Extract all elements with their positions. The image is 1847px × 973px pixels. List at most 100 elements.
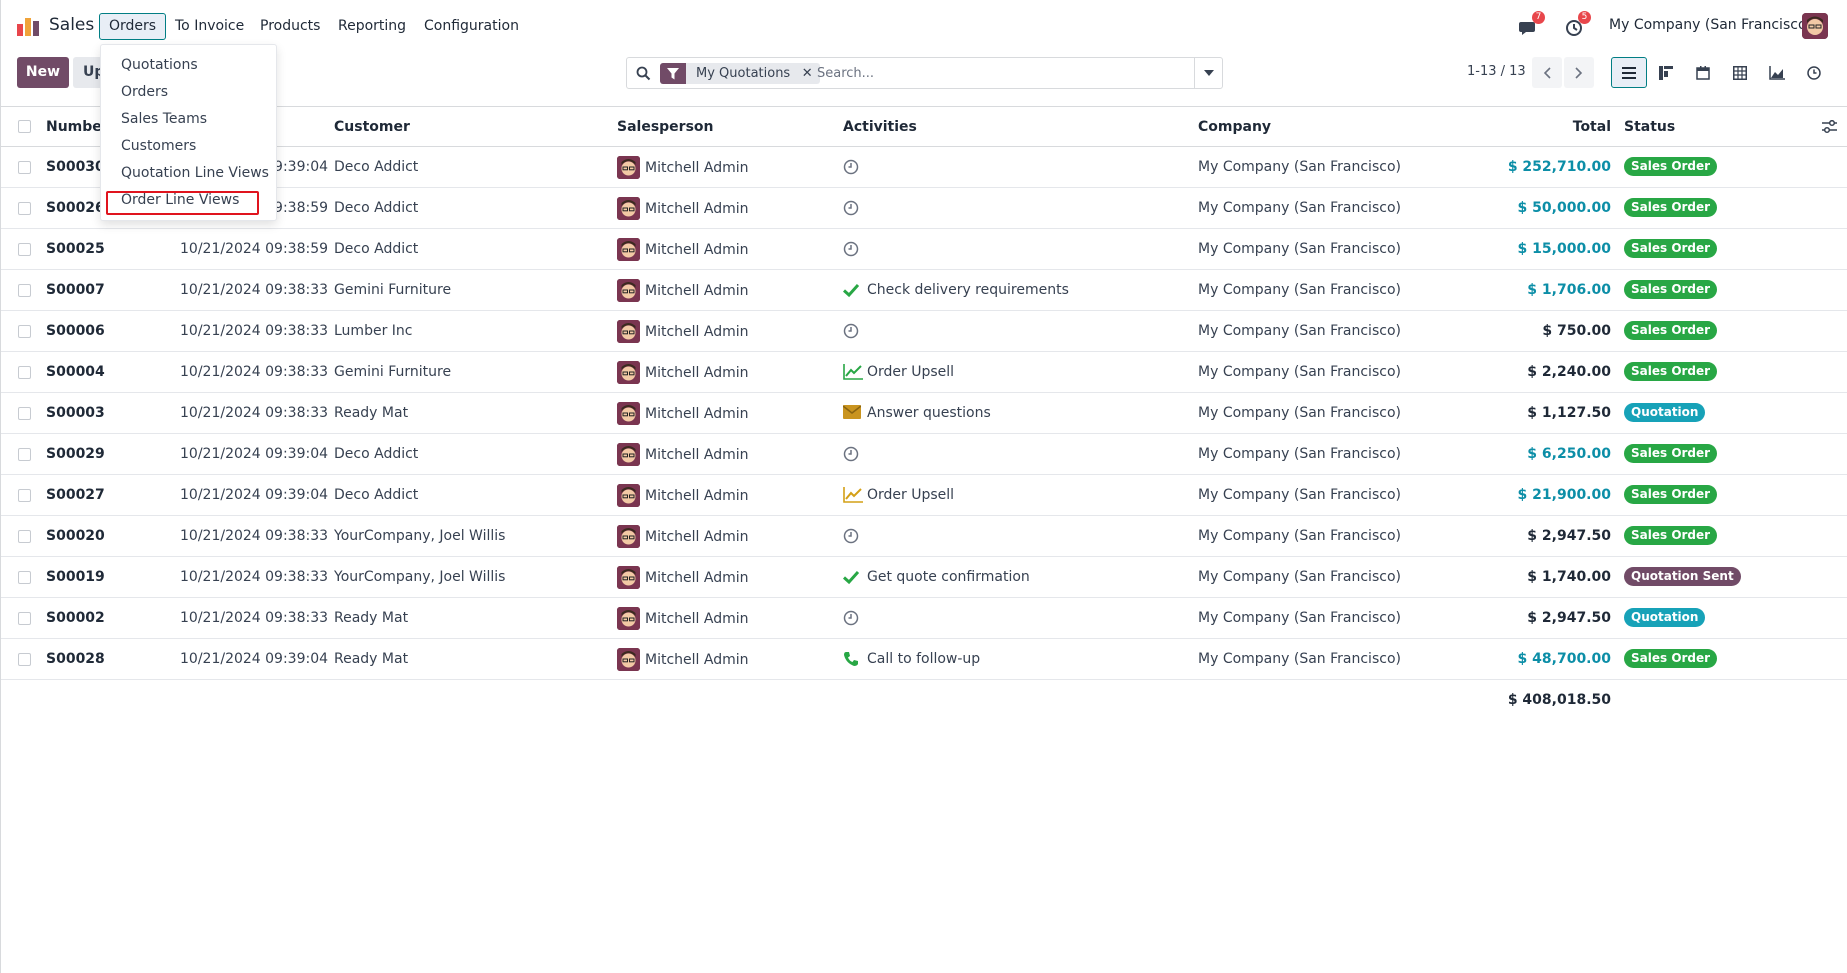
row-checkbox[interactable] [18,530,31,543]
list-icon [1622,66,1636,79]
salesperson-name: Mitchell Admin [645,406,749,422]
row-checkbox[interactable] [18,653,31,666]
activity-view-button[interactable] [1796,57,1832,88]
row-checkbox[interactable] [18,366,31,379]
list-view-button[interactable] [1611,57,1647,88]
calendar-view-button[interactable] [1685,57,1721,88]
row-checkbox[interactable] [18,284,31,297]
row-checkbox[interactable] [18,571,31,584]
clock-icon[interactable] [843,200,861,218]
avatar [617,279,640,302]
menu-configuration[interactable]: Configuration [414,13,529,40]
column-customer[interactable]: Customer [334,119,410,135]
order-date: 10/21/2024 09:38:33 [180,610,329,626]
envelope-icon[interactable] [842,405,862,423]
company-name: My Company (San Francisco) [1198,528,1401,544]
row-checkbox[interactable] [18,161,31,174]
table-row[interactable]: S00002 10/21/2024 09:38:33 Ready Mat Mitche… [1,598,1847,639]
user-avatar[interactable] [1802,13,1828,39]
column-company[interactable]: Company [1198,119,1271,135]
table-row[interactable]: S00025 10/21/2024 09:38:59 Deco Addict Mitc… [1,229,1847,270]
table-row[interactable]: S00007 10/21/2024 09:38:33 Gemini Furnitur… [1,270,1847,311]
search-bar[interactable]: My Quotations ✕ [626,57,1223,89]
column-settings-icon[interactable] [1822,120,1837,134]
clock-icon[interactable] [843,528,861,546]
table-row[interactable]: S00028 10/21/2024 09:39:04 Ready Mat Mitche… [1,639,1847,680]
dropdown-item-customers[interactable]: Customers [121,138,196,154]
row-checkbox[interactable] [18,407,31,420]
chart-up-green-icon[interactable] [843,364,863,382]
avatar [617,648,640,671]
table-row[interactable]: S00020 10/21/2024 09:38:33 YourCompany, Jo… [1,516,1847,557]
order-total: $ 2,240.00 [1527,364,1611,380]
table-row[interactable]: S0002610/21/2024 09:38:59Deco AddictMitc… [1,188,1847,229]
dropdown-item-orders[interactable]: Orders [121,84,168,100]
salesperson-name: Mitchell Admin [645,529,749,545]
select-all-checkbox[interactable] [18,120,31,133]
kanban-view-button[interactable] [1648,57,1684,88]
order-total: $ 48,700.00 [1517,651,1611,667]
table-row[interactable]: S00027 10/21/2024 09:39:04 Deco Addict Mitc… [1,475,1847,516]
clock-icon[interactable] [843,446,861,464]
order-total: $ 750.00 [1542,323,1611,339]
app-name[interactable]: Sales [49,15,94,35]
row-checkbox[interactable] [18,243,31,256]
table-row[interactable]: S00019 10/21/2024 09:38:33 YourCompany, Jo… [1,557,1847,598]
close-icon[interactable]: ✕ [798,66,816,81]
pager-next[interactable] [1564,57,1594,88]
dropdown-item-order-line-views[interactable]: Order Line Views [121,192,239,208]
status-badge: Sales Order [1624,239,1718,258]
pager-value[interactable]: 1-13 / 13 [1467,64,1526,79]
column-total[interactable]: Total [1471,119,1611,135]
check-icon[interactable] [842,282,861,300]
clock-icon[interactable] [843,241,861,259]
table-row[interactable]: S00004 10/21/2024 09:38:33 Gemini Furnitur… [1,352,1847,393]
customer-name: Deco Addict [334,159,419,175]
dropdown-item-quotations[interactable]: Quotations [121,57,198,73]
status-badge: Sales Order [1624,526,1718,545]
table-icon [1733,65,1747,80]
column-status[interactable]: Status [1624,119,1675,135]
clock-icon[interactable] [843,610,861,628]
row-checkbox[interactable] [18,612,31,625]
column-salesperson[interactable]: Salesperson [617,119,714,135]
menu-reporting[interactable]: Reporting [328,13,416,40]
phone-icon[interactable] [843,651,861,669]
dropdown-item-quotation-line-views[interactable]: Quotation Line Views [121,165,269,181]
pager-previous[interactable] [1532,57,1562,88]
search-facet[interactable]: My Quotations ✕ [660,63,821,84]
status-badge: Quotation [1624,608,1706,627]
row-checkbox[interactable] [18,202,31,215]
row-checkbox[interactable] [18,489,31,502]
pivot-view-button[interactable] [1722,57,1758,88]
top-navbar: Sales Orders To Invoice Products Reporti… [1,0,1847,52]
clock-icon[interactable] [843,323,861,341]
column-activities[interactable]: Activities [843,119,917,135]
table-row[interactable]: S0003010/21/2024 09:39:04Deco AddictMitc… [1,147,1847,188]
sales-app-icon[interactable] [17,16,39,36]
menu-products[interactable]: Products [250,13,330,40]
search-input[interactable] [817,63,1177,84]
salesperson-name: Mitchell Admin [645,652,749,668]
status-badge: Sales Order [1624,649,1718,668]
company-name: My Company (San Francisco) [1198,241,1401,257]
chart-up-orange-icon[interactable] [843,487,863,505]
company-switcher[interactable]: My Company (San Francisco) [1609,17,1812,33]
search-options-toggle[interactable] [1194,58,1222,88]
table-row[interactable]: S00003 10/21/2024 09:38:33 Ready Mat Mitche… [1,393,1847,434]
menu-to-invoice[interactable]: To Invoice [165,13,254,40]
activities-button[interactable]: 5 [1565,11,1591,38]
order-number: S00026 [46,200,105,216]
menu-orders[interactable]: Orders [99,13,167,40]
row-checkbox[interactable] [18,325,31,338]
messages-button[interactable]: 7 [1519,11,1545,38]
check-icon[interactable] [842,569,861,587]
table-row[interactable]: S00029 10/21/2024 09:39:04 Deco Addict Mitc… [1,434,1847,475]
clock-icon[interactable] [843,159,861,177]
new-button[interactable]: New [17,57,69,88]
facet-label: My Quotations [696,66,791,81]
table-row[interactable]: S00006 10/21/2024 09:38:33 Lumber Inc Mitch… [1,311,1847,352]
row-checkbox[interactable] [18,448,31,461]
graph-view-button[interactable] [1759,57,1795,88]
dropdown-item-sales-teams[interactable]: Sales Teams [121,111,207,127]
